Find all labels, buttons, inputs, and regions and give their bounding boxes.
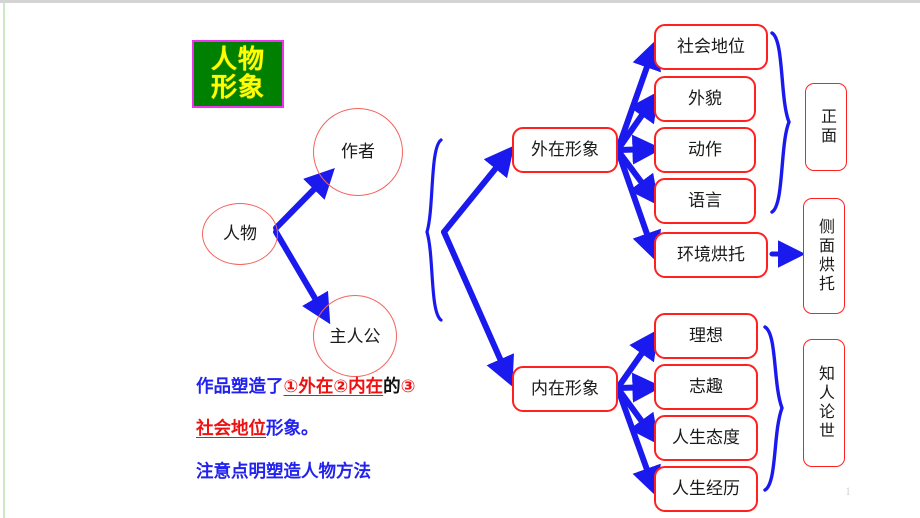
inner-item-ideal[interactable]: 理想 <box>654 313 758 359</box>
outer-item-appearance[interactable]: 外貌 <box>654 76 756 122</box>
edge-outer-5 <box>616 151 662 262</box>
outer-item-language[interactable]: 语言 <box>654 178 756 224</box>
note-l1-seg-1: 作品塑造了 <box>196 377 284 397</box>
note-l1-seg-2: ①外在②内在 <box>283 377 384 397</box>
summary-side-contrast[interactable]: 侧面烘托 <box>803 198 845 314</box>
edge-outer-2 <box>616 91 659 151</box>
note-line-2: 社会地位形象。 <box>196 415 319 440</box>
note-line-1: 作品塑造了①外在②内在的③ <box>196 373 415 398</box>
edge-root-to-protagonist <box>273 229 331 325</box>
inner-item-life-experience[interactable]: 人生经历 <box>654 466 758 512</box>
outer-item-action[interactable]: 动作 <box>654 127 756 173</box>
top-divider <box>0 0 920 3</box>
left-edge-accent <box>3 3 5 518</box>
edge-to-outer-image <box>441 145 515 235</box>
page-number: 1 <box>845 484 851 498</box>
edge-to-inner-image <box>441 229 514 387</box>
connector-layer <box>273 31 806 497</box>
note-l2-seg-1: 社会地位 <box>196 419 266 439</box>
summary-know-person[interactable]: 知人论世 <box>803 339 845 467</box>
edge-outer-1 <box>616 39 661 149</box>
edge-outer-4 <box>616 149 660 206</box>
inner-item-interest[interactable]: 志趣 <box>654 364 758 410</box>
outer-item-environment[interactable]: 环境烘托 <box>654 232 768 278</box>
edge-inner-3 <box>616 387 659 445</box>
slide-title: 人物 形象 <box>192 40 284 108</box>
slide-title-line-1: 人物 <box>210 44 265 75</box>
node-protagonist[interactable]: 主人公 <box>313 295 397 377</box>
note-line-3: 注意点明塑造人物方法 <box>196 458 371 483</box>
brace-subject <box>425 138 443 322</box>
brace-front-group <box>770 31 791 214</box>
edge-inner-2 <box>616 372 663 403</box>
brace-inner-group <box>763 325 784 492</box>
node-author[interactable]: 作者 <box>313 108 403 196</box>
inner-item-life-attitude[interactable]: 人生态度 <box>654 415 758 461</box>
edge-inner-4 <box>616 389 661 497</box>
slide-canvas: 人物 形象 人物 作者 主人公 外在形象 内在形象 社会地位 外貌 动作 语言 … <box>0 0 920 518</box>
slide-title-line-2: 形象 <box>210 73 265 103</box>
node-inner-image[interactable]: 内在形象 <box>512 366 618 412</box>
note-l3-seg-1: 注意点明塑造人物方法 <box>196 462 371 482</box>
edge-inner-1 <box>616 329 659 389</box>
note-l2-seg-2: 形象。 <box>266 419 319 439</box>
note-l1-seg-3: 的 <box>383 377 401 397</box>
node-root[interactable]: 人物 <box>202 203 278 265</box>
summary-front[interactable]: 正面 <box>805 83 847 171</box>
edge-root-to-author <box>273 168 335 231</box>
note-l1-seg-4: ③ <box>400 377 416 397</box>
outer-item-social-status[interactable]: 社会地位 <box>654 24 768 70</box>
node-outer-image[interactable]: 外在形象 <box>512 127 618 173</box>
edge-outer-3 <box>616 134 663 165</box>
